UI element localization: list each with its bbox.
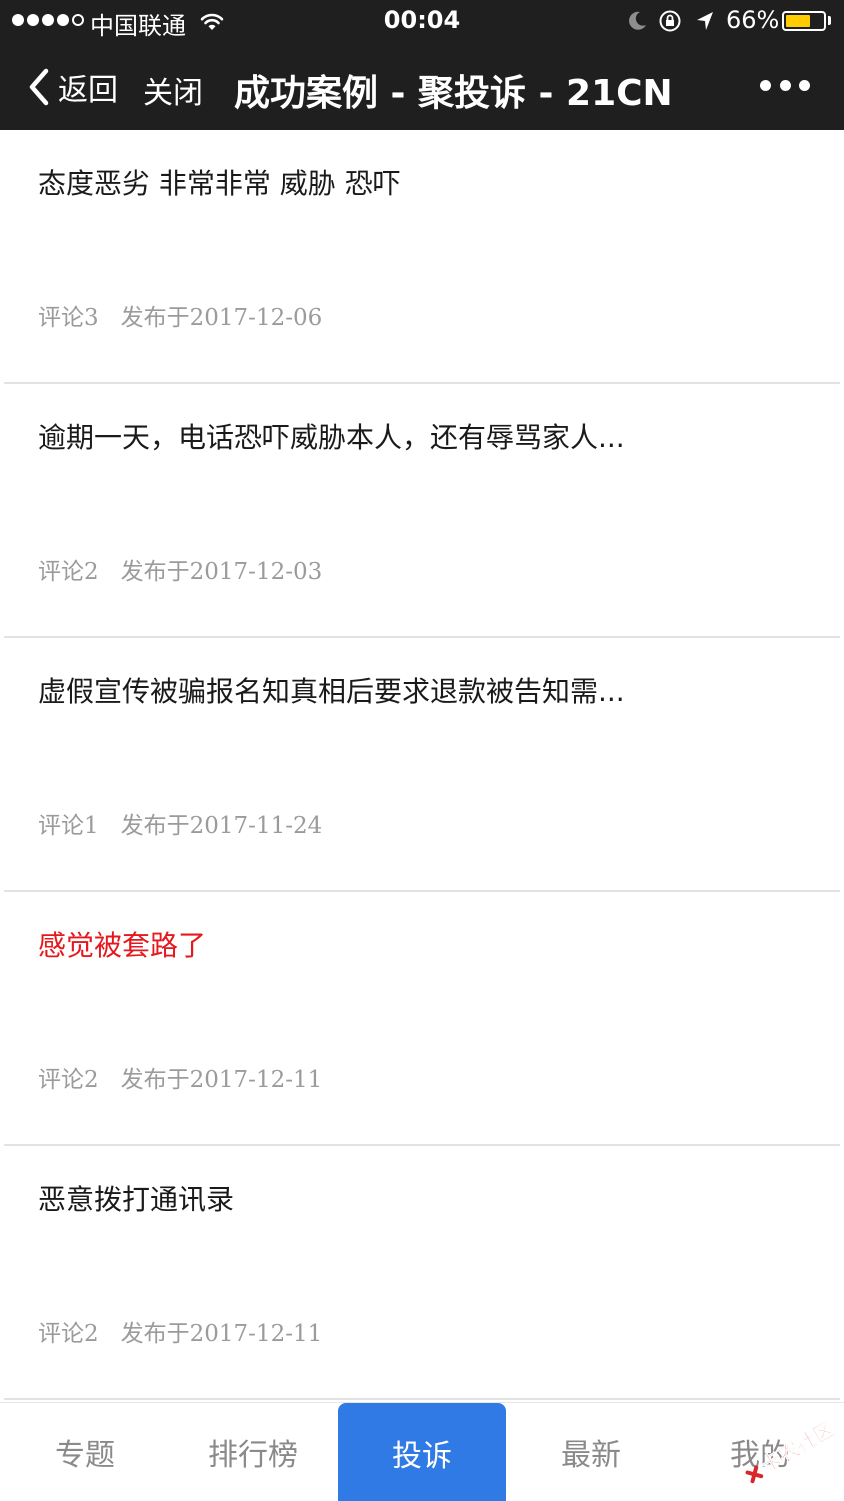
battery-tip — [828, 16, 831, 25]
status-bar: 中国联通 00:04 66% — [0, 0, 844, 44]
nav-bar: 返回 关闭 成功案例 - 聚投诉 - 21CN — [0, 44, 844, 130]
item-title: 感觉被套路了 — [38, 929, 207, 962]
publish-date: 发布于2017-12-11 — [120, 1067, 323, 1093]
battery-percent: 66% — [726, 6, 780, 34]
more-dot-icon — [760, 79, 771, 91]
close-button[interactable]: 关闭 — [143, 68, 203, 112]
comment-count: 评论2 — [38, 1321, 99, 1347]
comment-count: 评论2 — [38, 559, 99, 585]
tab-rankings[interactable]: 排行榜 — [168, 1403, 338, 1501]
back-button-label: 返回 — [58, 73, 118, 108]
page-title: 成功案例 - 聚投诉 - 21CN — [234, 73, 673, 114]
battery-fill — [786, 15, 810, 27]
publish-date: 发布于2017-12-03 — [120, 559, 323, 585]
tab-topics[interactable]: 专题 — [0, 1403, 170, 1501]
list-item[interactable]: 态度恶劣 非常非常 威胁 恐吓 评论3 发布于2017-12-06 — [4, 130, 840, 384]
more-dot-icon — [799, 79, 810, 91]
battery-icon — [782, 11, 826, 31]
list-item[interactable]: 恶意拨打通讯录 评论2 发布于2017-12-11 — [4, 1146, 840, 1400]
item-meta: 评论3 发布于2017-12-06 — [38, 298, 322, 332]
header: 中国联通 00:04 66% 返回 关闭 成功案例 - 聚投诉 - 21CN — [0, 0, 844, 130]
comment-count: 评论2 — [38, 1067, 99, 1093]
bottom-tab-bar: 专题 排行榜 投诉 最新 我的 — [0, 1402, 844, 1501]
back-button[interactable]: 返回 — [26, 62, 118, 112]
list-item[interactable]: 逾期一天，电话恐吓威胁本人，还有辱骂家人... 评论2 发布于2017-12-03 — [4, 384, 840, 638]
list-item[interactable]: 感觉被套路了 评论2 发布于2017-12-11 — [4, 892, 840, 1146]
item-meta: 评论2 发布于2017-12-11 — [38, 1060, 322, 1094]
item-title: 逾期一天，电话恐吓威胁本人，还有辱骂家人... — [38, 421, 625, 454]
tab-complaints[interactable]: 投诉 — [338, 1403, 506, 1501]
item-meta: 评论2 发布于2017-12-11 — [38, 1314, 322, 1348]
complaint-list: 态度恶劣 非常非常 威胁 恐吓 评论3 发布于2017-12-06 逾期一天，电话… — [0, 130, 844, 1400]
more-options-button[interactable] — [760, 70, 810, 100]
list-item[interactable]: 虚假宣传被骗报名知真相后要求退款被告知需... 评论1 发布于2017-11-24 — [4, 638, 840, 892]
moon-icon — [629, 11, 646, 30]
item-title: 虚假宣传被骗报名知真相后要求退款被告知需... — [38, 675, 625, 708]
comment-count: 评论1 — [38, 813, 99, 839]
comment-count: 评论3 — [38, 305, 99, 331]
publish-date: 发布于2017-11-24 — [120, 813, 323, 839]
more-dot-icon — [779, 79, 791, 91]
item-meta: 评论2 发布于2017-12-03 — [38, 552, 322, 586]
item-title: 恶意拨打通讯录 — [38, 1183, 235, 1216]
rotation-lock-icon — [659, 10, 681, 32]
clock: 00:04 — [383, 6, 461, 34]
location-arrow-icon — [697, 12, 713, 30]
item-title: 态度恶劣 非常非常 威胁 恐吓 — [38, 167, 401, 200]
publish-date: 发布于2017-12-06 — [120, 305, 323, 331]
chevron-left-icon — [29, 68, 49, 106]
item-meta: 评论1 发布于2017-11-24 — [38, 806, 322, 840]
tab-latest[interactable]: 最新 — [506, 1403, 676, 1501]
publish-date: 发布于2017-12-11 — [120, 1321, 323, 1347]
